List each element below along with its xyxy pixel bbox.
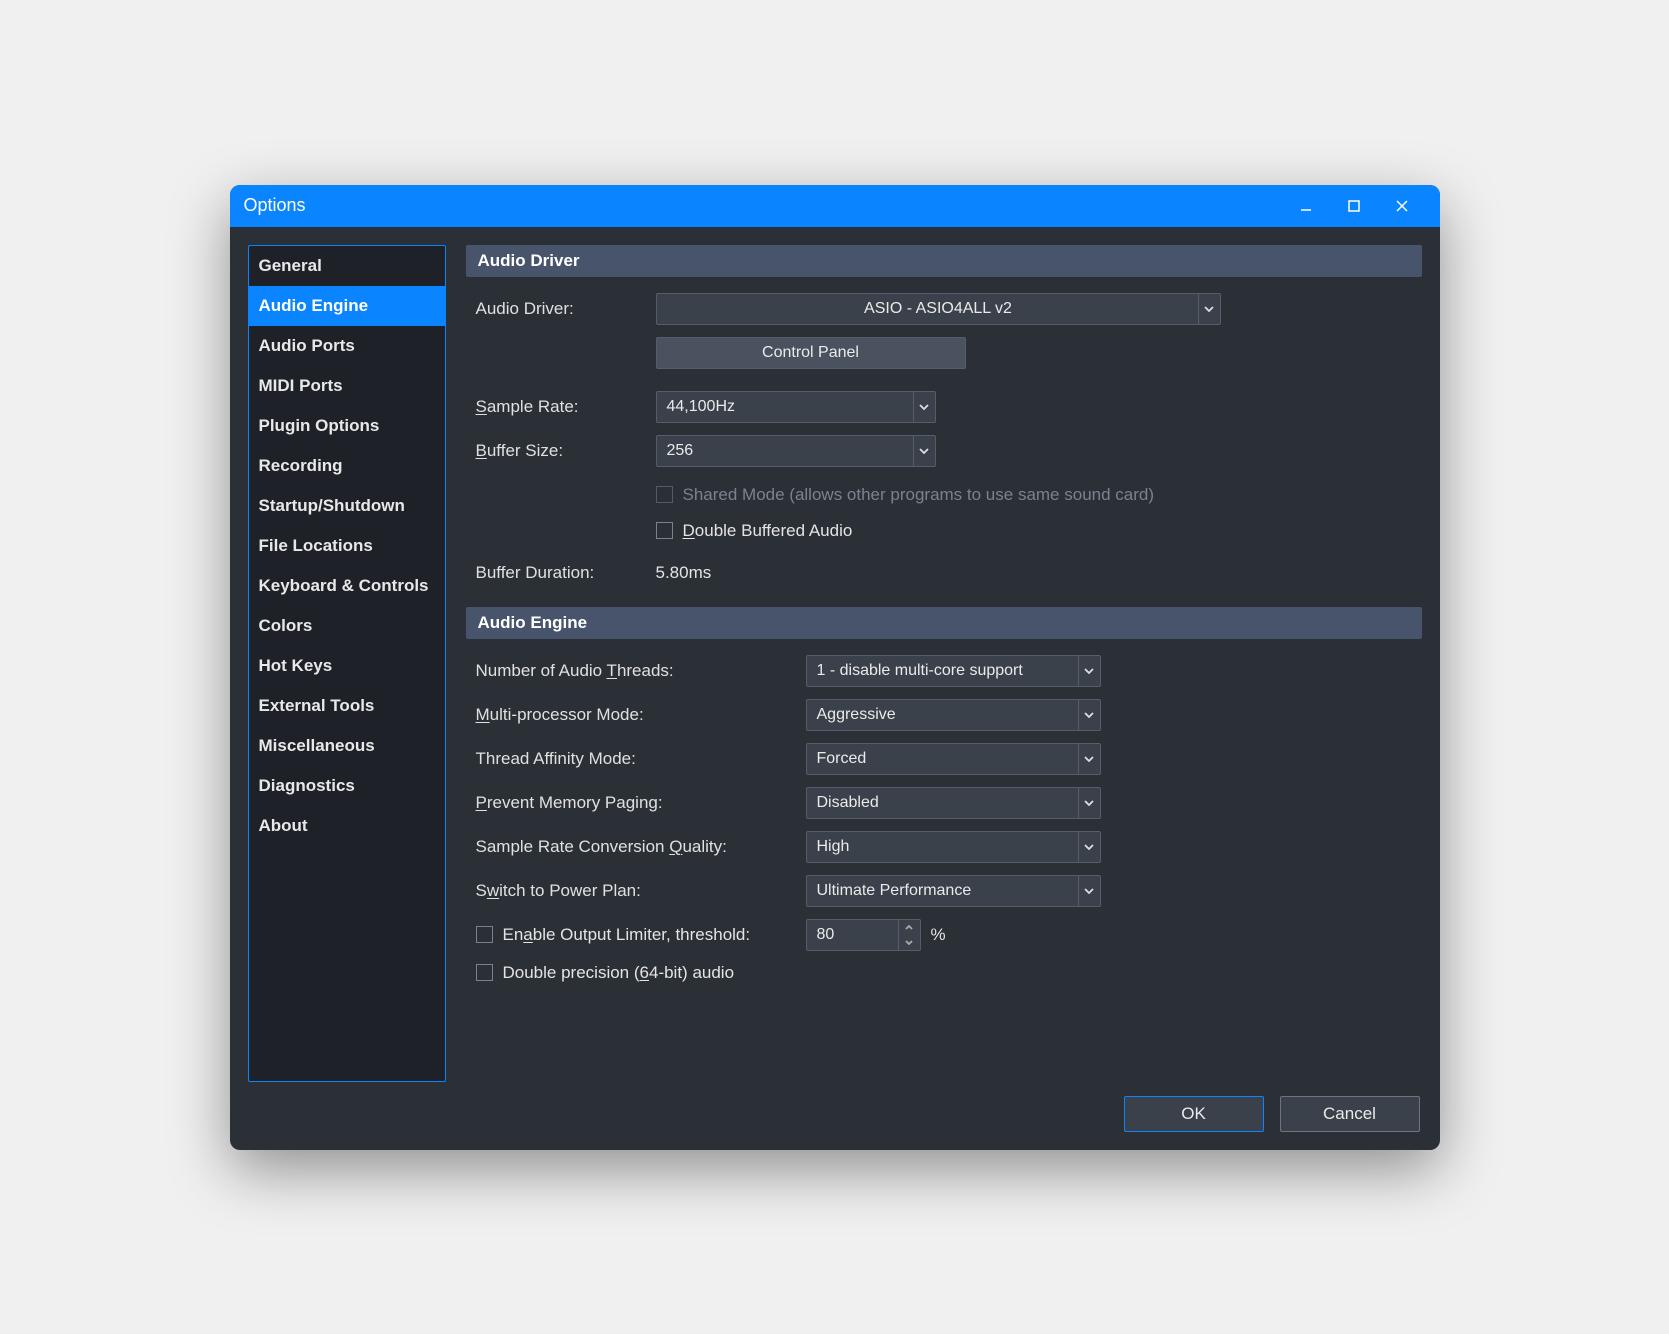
power-plan-select[interactable]: Ultimate Performance [806,875,1101,907]
audio-driver-label: Audio Driver: [476,299,656,319]
buffer-duration-value: 5.80ms [656,563,712,583]
chevron-down-icon [1078,876,1100,906]
output-limiter-unit: % [931,925,946,945]
memory-paging-select[interactable]: Disabled [806,787,1101,819]
power-plan-value: Ultimate Performance [817,882,972,900]
sample-rate-value: 44,100Hz [667,398,736,416]
chevron-down-icon [913,436,935,466]
chevron-down-icon [1078,656,1100,686]
options-window: Options General Audio Engine Audio Ports… [230,185,1440,1150]
control-panel-button[interactable]: Control Panel [656,337,966,369]
options-sidebar: General Audio Engine Audio Ports MIDI Po… [248,245,446,1082]
output-limiter-label: Enable Output Limiter, threshold: [503,925,751,945]
cancel-button[interactable]: Cancel [1280,1096,1420,1132]
sidebar-item-colors[interactable]: Colors [249,606,445,646]
sidebar-item-miscellaneous[interactable]: Miscellaneous [249,726,445,766]
memory-paging-label: Prevent Memory Paging: [476,793,806,813]
sidebar-item-about[interactable]: About [249,806,445,846]
threads-select[interactable]: 1 - disable multi-core support [806,655,1101,687]
sidebar-item-audio-engine[interactable]: Audio Engine [249,286,445,326]
chevron-down-icon [1078,700,1100,730]
double-precision-checkbox[interactable] [476,964,493,981]
thread-affinity-value: Forced [817,750,867,768]
thread-affinity-select[interactable]: Forced [806,743,1101,775]
audio-driver-select[interactable]: ASIO - ASIO4ALL v2 [656,293,1221,325]
double-precision-label: Double precision (64-bit) audio [503,963,735,983]
section-header-audio-engine: Audio Engine [466,607,1422,639]
maximize-button[interactable] [1330,185,1378,227]
sidebar-item-file-locations[interactable]: File Locations [249,526,445,566]
sidebar-item-startup-shutdown[interactable]: Startup/Shutdown [249,486,445,526]
double-buffered-label: Double Buffered Audio [683,521,853,541]
buffer-size-label: Buffer Size: [476,441,656,461]
output-limiter-checkbox[interactable] [476,926,493,943]
output-limiter-value-input[interactable]: 80 [806,919,921,951]
multi-processor-value: Aggressive [817,706,896,724]
audio-driver-value: ASIO - ASIO4ALL v2 [864,300,1012,318]
sample-rate-label: Sample Rate: [476,397,656,417]
section-body-audio-driver: Audio Driver: ASIO - ASIO4ALL v2 Control… [466,277,1422,607]
memory-paging-value: Disabled [817,794,879,812]
sidebar-item-general[interactable]: General [249,246,445,286]
shared-mode-checkbox [656,486,673,503]
buffer-size-select[interactable]: 256 [656,435,936,467]
src-quality-value: High [817,838,850,856]
sidebar-item-hot-keys[interactable]: Hot Keys [249,646,445,686]
sidebar-item-diagnostics[interactable]: Diagnostics [249,766,445,806]
sidebar-item-midi-ports[interactable]: MIDI Ports [249,366,445,406]
thread-affinity-label: Thread Affinity Mode: [476,749,806,769]
chevron-down-icon [1078,744,1100,774]
power-plan-label: Switch to Power Plan: [476,881,806,901]
src-quality-select[interactable]: High [806,831,1101,863]
chevron-down-icon [1078,788,1100,818]
ok-button[interactable]: OK [1124,1096,1264,1132]
output-limiter-value: 80 [817,926,835,944]
titlebar: Options [230,185,1440,227]
sidebar-item-recording[interactable]: Recording [249,446,445,486]
sidebar-item-audio-ports[interactable]: Audio Ports [249,326,445,366]
threads-value: 1 - disable multi-core support [817,662,1023,680]
chevron-down-icon [1198,294,1220,324]
multi-processor-select[interactable]: Aggressive [806,699,1101,731]
section-header-audio-driver: Audio Driver [466,245,1422,277]
sidebar-item-external-tools[interactable]: External Tools [249,686,445,726]
double-buffered-checkbox[interactable] [656,522,673,539]
minimize-button[interactable] [1282,185,1330,227]
sidebar-item-plugin-options[interactable]: Plugin Options [249,406,445,446]
sidebar-item-keyboard-controls[interactable]: Keyboard & Controls [249,566,445,606]
src-quality-label: Sample Rate Conversion Quality: [476,837,806,857]
threads-label: Number of Audio Threads: [476,661,806,681]
chevron-down-icon [913,392,935,422]
buffer-duration-label: Buffer Duration: [476,563,656,583]
dialog-footer: OK Cancel [230,1082,1440,1150]
shared-mode-label: Shared Mode (allows other programs to us… [683,485,1155,505]
section-body-audio-engine: Number of Audio Threads: 1 - disable mul… [466,639,1422,1017]
chevron-down-icon [1078,832,1100,862]
sample-rate-select[interactable]: 44,100Hz [656,391,936,423]
window-title: Options [244,195,1282,216]
multi-processor-label: Multi-processor Mode: [476,705,806,725]
buffer-size-value: 256 [667,442,694,460]
spinner-icon[interactable] [898,920,920,950]
options-content: Audio Driver Audio Driver: ASIO - ASIO4A… [466,245,1422,1082]
close-button[interactable] [1378,185,1426,227]
